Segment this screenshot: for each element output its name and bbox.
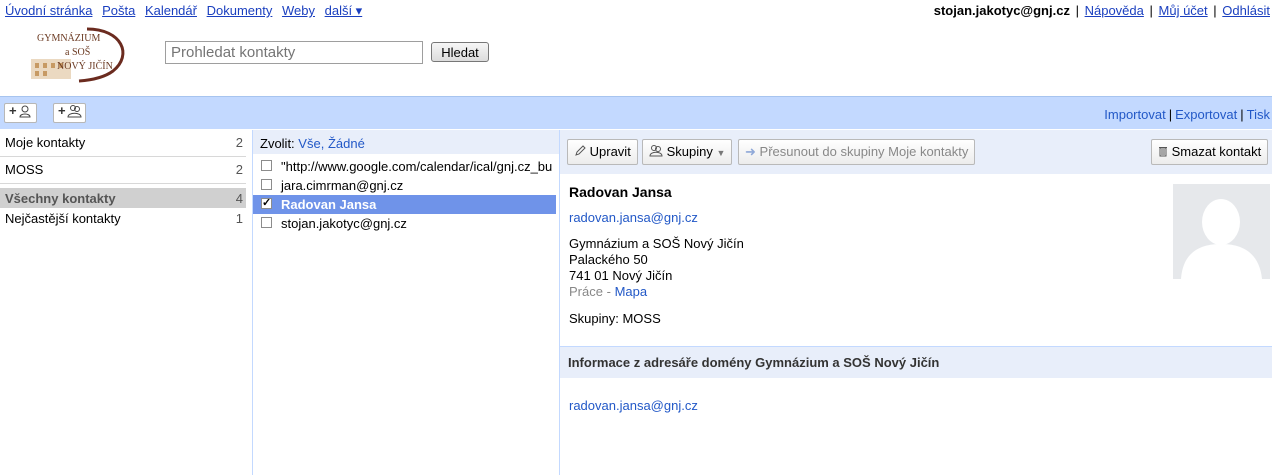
- contact-checkbox-checked[interactable]: ✓: [261, 198, 272, 209]
- top-navigation: Úvodní stránka Pošta Kalendář Dokumenty …: [5, 3, 368, 19]
- logout-link[interactable]: Odhlásit: [1222, 3, 1270, 18]
- group-icon: [649, 144, 667, 159]
- export-link[interactable]: Exportovat: [1175, 107, 1237, 122]
- contact-row-selected[interactable]: ✓ Radovan Jansa: [253, 195, 556, 214]
- school-logo[interactable]: GYMNÁZIUM a SOŠ NOVÝ JIČÍN: [27, 25, 127, 83]
- contact-organization: Gymnázium a SOŠ Nový Jičín: [569, 236, 744, 251]
- print-link[interactable]: Tisk: [1247, 107, 1270, 122]
- contact-row-label: stojan.jakotyc@gnj.cz: [281, 216, 407, 231]
- chevron-down-icon: ▼: [716, 148, 726, 158]
- groups-sidebar: Moje kontakty 2 MOSS 2 Všechny kontakty …: [0, 130, 253, 475]
- account-bar: stojan.jakotyc@gnj.cz | Nápověda | Můj ú…: [933, 3, 1270, 18]
- arrow-right-icon: ➜: [745, 144, 756, 159]
- add-group-icon: +: [58, 103, 82, 121]
- select-all-link[interactable]: Vše: [298, 136, 320, 151]
- contact-checkbox[interactable]: [261, 179, 272, 190]
- add-contact-button[interactable]: +: [4, 103, 37, 123]
- contacts-list: Zvolit: Vše, Žádné "http://www.google.co…: [253, 130, 560, 475]
- move-to-group-button[interactable]: ➜ Přesunout do skupiny Moje kontakty: [738, 139, 976, 165]
- group-count: 1: [235, 211, 243, 226]
- group-moss[interactable]: MOSS 2: [0, 157, 246, 184]
- search-button[interactable]: Hledat: [431, 42, 489, 62]
- group-label: Moje kontakty: [5, 135, 86, 150]
- trash-icon: [1158, 144, 1172, 159]
- import-export-links: Importovat | Exportovat | Tisk: [1104, 107, 1270, 122]
- contact-email-link[interactable]: radovan.jansa@gnj.cz: [569, 210, 698, 225]
- contact-row[interactable]: jara.cimrman@gnj.cz: [253, 176, 556, 195]
- group-all-contacts[interactable]: Všechny kontakty 4: [0, 188, 246, 208]
- delete-label: Smazat kontakt: [1171, 144, 1262, 159]
- group-label: Nejčastější kontakty: [5, 211, 121, 226]
- group-count: 4: [235, 191, 243, 206]
- account-email: stojan.jakotyc@gnj.cz: [933, 3, 1070, 18]
- address-type: Práce: [569, 284, 603, 299]
- directory-info-header: Informace z adresáře domény Gymnázium a …: [560, 346, 1272, 378]
- contact-row-label: jara.cimrman@gnj.cz: [281, 178, 404, 193]
- group-my-contacts[interactable]: Moje kontakty 2: [0, 130, 246, 157]
- add-group-button[interactable]: +: [53, 103, 86, 123]
- avatar-placeholder-icon: [1173, 184, 1270, 279]
- edit-button[interactable]: Upravit: [567, 139, 638, 165]
- directory-email-link[interactable]: radovan.jansa@gnj.cz: [569, 398, 698, 413]
- select-bar: Zvolit: Vše, Žádné: [253, 130, 559, 154]
- my-account-link[interactable]: Můj účet: [1159, 3, 1208, 18]
- nav-link-home[interactable]: Úvodní stránka: [5, 3, 92, 18]
- groups-dropdown-button[interactable]: Skupiny ▼: [642, 139, 733, 165]
- pencil-icon: [574, 144, 590, 159]
- select-none-link[interactable]: Žádné: [328, 136, 365, 151]
- group-count: 2: [235, 135, 243, 150]
- nav-more-menu[interactable]: další ▾: [325, 3, 363, 18]
- action-bar: + + Importovat | Exportovat | Tisk: [0, 96, 1272, 129]
- nav-link-mail[interactable]: Pošta: [102, 3, 135, 18]
- contact-row-label: "http://www.google.com/calendar/ical/gnj…: [281, 159, 553, 174]
- contact-row[interactable]: "http://www.google.com/calendar/ical/gnj…: [253, 157, 556, 176]
- contact-name: Radovan Jansa: [569, 184, 672, 200]
- svg-text:NOVÝ JIČÍN: NOVÝ JIČÍN: [57, 60, 113, 72]
- delete-contact-button[interactable]: Smazat kontakt: [1151, 139, 1269, 165]
- svg-text:GYMNÁZIUM: GYMNÁZIUM: [37, 32, 100, 44]
- edit-label: Upravit: [589, 144, 631, 159]
- help-link[interactable]: Nápověda: [1085, 3, 1144, 18]
- nav-link-documents[interactable]: Dokumenty: [207, 3, 273, 18]
- svg-text:+: +: [9, 104, 17, 118]
- nav-link-sites[interactable]: Weby: [282, 3, 315, 18]
- contact-street: Palackého 50: [569, 252, 648, 267]
- svg-text:a SOŠ: a SOŠ: [65, 46, 90, 58]
- contact-city: 741 01 Nový Jičín: [569, 268, 673, 283]
- map-link[interactable]: Mapa: [615, 284, 648, 299]
- groups-label: Skupiny: [666, 144, 713, 159]
- move-label: Přesunout do skupiny Moje kontakty: [759, 144, 969, 159]
- group-count: 2: [235, 162, 243, 177]
- add-contact-icon: +: [9, 103, 33, 121]
- nav-link-calendar[interactable]: Kalendář: [145, 3, 197, 18]
- group-most-contacted[interactable]: Nejčastější kontakty 1: [0, 208, 246, 228]
- search-contacts-input[interactable]: [165, 41, 423, 64]
- select-label: Zvolit:: [260, 136, 295, 151]
- directory-info-title: Informace z adresáře domény Gymnázium a …: [568, 355, 940, 370]
- contact-checkbox[interactable]: [261, 160, 272, 171]
- contact-row[interactable]: stojan.jakotyc@gnj.cz: [253, 214, 556, 233]
- detail-toolbar: Upravit Skupiny ▼ ➜ Přesunout do skupiny…: [560, 130, 1272, 174]
- contact-detail-pane: Upravit Skupiny ▼ ➜ Přesunout do skupiny…: [560, 130, 1272, 475]
- contact-row-label: Radovan Jansa: [281, 197, 377, 212]
- group-label: MOSS: [5, 162, 44, 177]
- contact-checkbox[interactable]: [261, 217, 272, 228]
- import-link[interactable]: Importovat: [1104, 107, 1165, 122]
- contact-groups: Skupiny: MOSS: [569, 311, 661, 326]
- top-bar: Úvodní stránka Pošta Kalendář Dokumenty …: [0, 0, 1272, 22]
- contact-photo[interactable]: [1173, 184, 1270, 279]
- group-label: Všechny kontakty: [5, 191, 116, 206]
- svg-text:+: +: [58, 104, 66, 118]
